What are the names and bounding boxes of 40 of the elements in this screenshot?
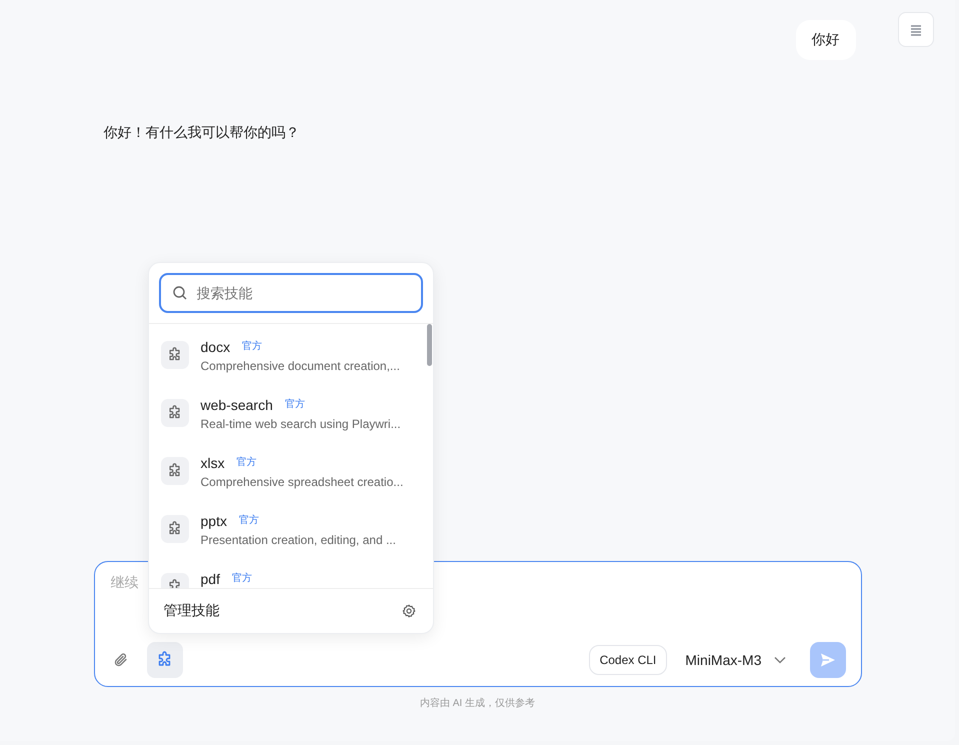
skills-button[interactable] — [146, 642, 182, 678]
send-icon — [818, 651, 836, 669]
skill-name: pptx — [200, 512, 227, 530]
skill-name: pdf — [200, 570, 220, 588]
skill-description: Real-time web search using Playwri... — [200, 416, 401, 432]
skill-item[interactable]: docx 官方 Comprehensive document creation,... — [148, 332, 432, 378]
puzzle-icon — [160, 341, 188, 369]
chevron-down-icon — [774, 656, 786, 664]
settings-icon[interactable] — [402, 604, 416, 618]
model-dropdown[interactable]: MiniMax-M3 — [675, 652, 802, 668]
skill-description: Presentation creation, editing, and ... — [200, 532, 396, 548]
skill-item[interactable]: pdf 官方 — [148, 564, 432, 588]
skill-description: Comprehensive spreadsheet creatio... — [200, 474, 404, 490]
agent-chip[interactable]: Codex CLI — [588, 645, 668, 675]
skill-item[interactable]: pptx 官方 Presentation creation, editing, and ... — [148, 506, 432, 552]
skill-item[interactable]: xlsx 官方 Comprehensive spreadsheet creatio... — [148, 448, 432, 494]
official-tag: 官方 — [236, 456, 257, 470]
skill-description: Comprehensive document creation,... — [200, 358, 400, 374]
official-tag: 官方 — [232, 572, 252, 586]
skill-name: web-search — [200, 396, 273, 414]
manage-skills-link[interactable]: 管理技能 — [164, 602, 220, 620]
menu-icon — [909, 22, 923, 36]
assistant-message: 你好！有什么我可以帮你的吗？ — [102, 124, 300, 142]
official-tag: 官方 — [242, 340, 262, 354]
puzzle-icon — [160, 399, 188, 427]
skill-name: xlsx — [200, 454, 225, 472]
menu-button[interactable] — [898, 12, 934, 47]
search-icon — [172, 285, 188, 301]
scrollbar-thumb[interactable] — [426, 324, 432, 366]
puzzle-icon — [160, 457, 188, 485]
skill-name: docx — [200, 338, 230, 356]
user-message: 你好 — [796, 20, 856, 60]
official-tag: 官方 — [284, 398, 305, 412]
search-field[interactable]: 搜索技能 — [158, 273, 422, 313]
puzzle-icon — [160, 515, 188, 543]
skill-item[interactable]: web-search 官方 Real-time web search using Playwri... — [148, 390, 432, 436]
paperclip-icon — [112, 652, 128, 668]
official-tag: 官方 — [238, 514, 259, 528]
model-name: MiniMax-M3 — [685, 652, 762, 668]
disclaimer-text: 内容由 AI 生成，仅供参考 — [420, 696, 535, 710]
